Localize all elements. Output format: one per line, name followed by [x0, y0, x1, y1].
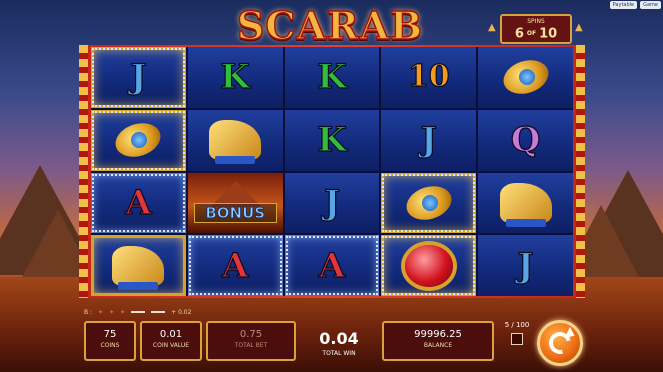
- line-marker: [131, 311, 146, 313]
- reel-cell: K: [284, 47, 380, 108]
- reel-cell: [91, 109, 186, 171]
- coin-value-label: COIN VALUE: [152, 342, 190, 349]
- reel-cell: 10: [381, 47, 477, 108]
- reel-cell: A: [284, 235, 380, 296]
- reel-cell: J: [284, 172, 380, 234]
- pyramid-deco-icon: ▲: [488, 22, 496, 33]
- total-bet-display: 0.75 TOTAL BET: [206, 321, 296, 361]
- coin-value-selector[interactable]: 0.01 COIN VALUE: [140, 321, 202, 361]
- coins-selector[interactable]: 75 COINS: [84, 321, 136, 361]
- autoplay-checkbox[interactable]: [511, 333, 523, 345]
- reel-cell: [91, 235, 186, 296]
- selection-win: + 0.02: [171, 308, 192, 316]
- scarab-symbol-icon: [495, 55, 557, 99]
- free-spins-counter: SPINS 6 OF 10: [500, 14, 572, 44]
- pyramid-deco-icon: ▲: [575, 22, 583, 33]
- game-logo: SCARAB: [236, 3, 424, 49]
- reel-cell: BONUS: [187, 172, 283, 234]
- reel-3: KKJA: [284, 47, 380, 296]
- reel-1: JA: [91, 47, 186, 296]
- reel-cell: K: [187, 47, 283, 108]
- balance-display: 99996.25 BALANCE: [382, 321, 494, 361]
- autoplay-count: 5 / 100: [504, 321, 530, 329]
- scarab-small-icon: ✦: [109, 308, 115, 316]
- symbol-k: K: [317, 120, 348, 161]
- symbol-a: A: [125, 182, 153, 223]
- cat-statue-symbol-icon: [499, 182, 552, 227]
- coins-label: COINS: [100, 342, 120, 349]
- symbol-k: K: [317, 57, 348, 98]
- balance-label: BALANCE: [423, 342, 453, 349]
- reel-5: QJ: [478, 47, 573, 296]
- symbol-10: 10: [407, 59, 450, 95]
- selection-prefix: B :: [84, 308, 93, 316]
- cat-statue-symbol-icon: [112, 245, 165, 290]
- scarab-small-icon: ✦: [98, 308, 104, 316]
- scarab-symbol-icon: [107, 118, 169, 162]
- reel-grid: J A K BONUS A K K J A 10 J Q J: [91, 47, 573, 296]
- scarab-symbol-icon: [398, 181, 460, 225]
- reel-cell: [187, 109, 283, 171]
- cat-statue-symbol-icon: [209, 120, 262, 165]
- reel-cell: [381, 235, 477, 296]
- reel-cell: [478, 47, 573, 108]
- total-win-display: 0.04 TOTAL WIN: [300, 321, 378, 361]
- red-gem-symbol-icon: [404, 244, 453, 287]
- symbol-a: A: [221, 245, 249, 286]
- bet-line-indicator: B : ✦ ✦ ✦ + 0.02: [84, 306, 584, 318]
- reel-frame: J A K BONUS A K K J A 10 J Q J: [79, 45, 585, 298]
- symbol-j: J: [323, 182, 341, 223]
- reel-cell: K: [284, 109, 380, 171]
- reel-cell: A: [187, 235, 283, 296]
- total-bet-value: 0.75: [239, 329, 263, 340]
- reel-cell: Q: [478, 109, 573, 171]
- top-links: Paytable Game: [608, 0, 663, 10]
- reel-2: K BONUS A: [187, 47, 283, 296]
- symbol-k: K: [220, 57, 251, 98]
- balance-value: 99996.25: [414, 329, 462, 340]
- coins-value: 75: [103, 329, 117, 340]
- control-panel: 75 COINS 0.01 COIN VALUE 0.75 TOTAL BET …: [0, 319, 663, 372]
- spin-arrowhead-icon: [564, 326, 578, 342]
- reel-4: 10 J: [381, 47, 477, 296]
- game-link[interactable]: Game: [640, 1, 661, 9]
- symbol-j: J: [420, 120, 437, 161]
- symbol-a: A: [318, 245, 346, 286]
- scarab-small-icon: ✦: [120, 308, 126, 316]
- total-win-value: 0.04: [319, 329, 359, 348]
- spins-label: SPINS: [527, 18, 545, 25]
- reel-cell: J: [478, 235, 573, 296]
- coin-value-value: 0.01: [159, 329, 183, 340]
- reel-cell: J: [91, 47, 186, 108]
- spins-of: OF: [526, 30, 537, 37]
- reel-cell: A: [91, 172, 186, 234]
- symbol-j: J: [517, 245, 534, 286]
- total-bet-label: TOTAL BET: [234, 342, 268, 349]
- spins-current: 6: [514, 26, 524, 42]
- reel-cell: [381, 172, 477, 234]
- autoplay-control[interactable]: 5 / 100: [503, 321, 531, 361]
- spin-button[interactable]: [537, 320, 583, 366]
- bonus-symbol-icon: BONUS: [187, 172, 283, 234]
- spins-total: 10: [539, 26, 558, 42]
- symbol-j: J: [130, 57, 147, 98]
- reel-cell: J: [381, 109, 477, 171]
- total-win-label: TOTAL WIN: [322, 350, 356, 357]
- reel-cell: [478, 172, 573, 234]
- paytable-link[interactable]: Paytable: [609, 1, 638, 9]
- symbol-q: Q: [510, 120, 541, 161]
- bonus-label: BONUS: [193, 203, 277, 224]
- line-marker: [151, 311, 166, 313]
